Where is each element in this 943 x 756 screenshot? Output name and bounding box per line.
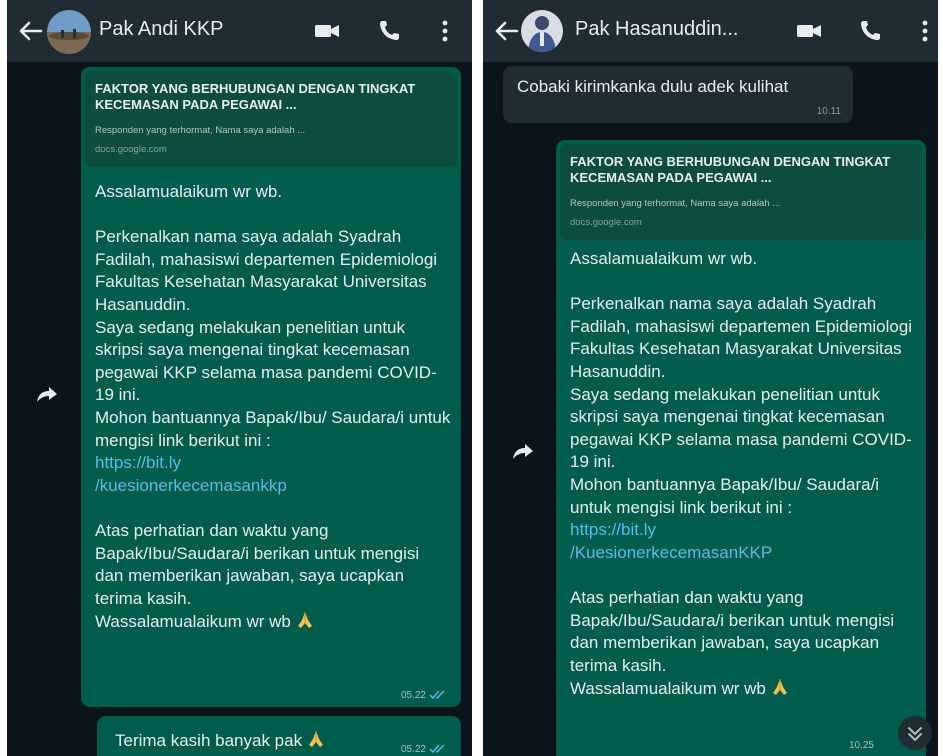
link-preview-description: Responden yang terhormat, Nama saya adal… — [95, 125, 306, 136]
closing-text: Atas perhatian dan waktu yang Bapak/Ibu/… — [95, 520, 420, 608]
link-preview-domain: docs.google.com — [95, 144, 167, 155]
signoff-text: Wassalamualaikum wr wb — [570, 677, 916, 701]
message-bubble-incoming[interactable]: Cobaki kirimkanka dulu adek kulihat 10.1… — [503, 66, 853, 123]
back-arrow-icon[interactable] — [493, 20, 519, 42]
more-options-icon[interactable] — [911, 18, 938, 44]
scroll-down-button[interactable] — [898, 716, 932, 750]
chat-header: Pak Andi KKP — [7, 0, 472, 62]
contact-name[interactable]: Pak Andi KKP — [99, 18, 224, 41]
chat-window-pak-hasanuddin: Pak Hasanuddin... Cobaki kirimkanka dulu… — [483, 0, 938, 756]
intro-text: Perkenalkan nama saya adalah Syadrah Fad… — [95, 227, 438, 314]
chat-window-pak-andi: Pak Andi KKP FAKTOR YANG BERHUBUNGAN DEN… — [7, 0, 472, 756]
survey-link[interactable]: https://bit.ly/kuesionerkecemasankkp — [95, 452, 451, 497]
read-receipt-icon — [429, 690, 445, 700]
link-preview[interactable]: FAKTOR YANG BERHUBUNGAN DENGAN TINGKAT K… — [560, 144, 922, 240]
message-bubble-outgoing[interactable]: Terima kasih banyak pak 05.22 — [97, 716, 461, 756]
signoff-text: Wassalamualaikum wr wb — [95, 610, 451, 634]
closing-text: Atas perhatian dan waktu yang Bapak/Ibu/… — [570, 587, 895, 675]
link-preview[interactable]: FAKTOR YANG BERHUBUNGAN DENGAN TINGKAT K… — [85, 71, 457, 167]
phone-icon[interactable] — [857, 18, 885, 44]
video-call-icon[interactable] — [313, 18, 341, 44]
forward-icon[interactable] — [512, 443, 534, 461]
message-text: Assalamualaikum wr wb. Perkenalkan nama … — [570, 248, 916, 701]
request-text: Mohon bantuannya Bapak/Ibu/ Saudara/i un… — [95, 407, 451, 450]
purpose-text: Saya sedang melakukan penelitian untuk s… — [570, 384, 912, 472]
contact-name[interactable]: Pak Hasanuddin... — [575, 18, 738, 41]
chat-header: Pak Hasanuddin... — [483, 0, 938, 62]
survey-link[interactable]: https://bit.ly/KuesionerkecemasanKKP — [570, 519, 916, 564]
praying-hands-emoji — [772, 679, 787, 696]
link-preview-description: Responden yang terhormat, Nama saya adal… — [570, 198, 781, 209]
message-time: 10.25 — [848, 740, 874, 751]
contact-avatar[interactable] — [47, 10, 91, 54]
message-bubble-outgoing[interactable]: FAKTOR YANG BERHUBUNGAN DENGAN TINGKAT K… — [81, 67, 461, 707]
praying-hands-emoji — [309, 731, 324, 747]
link-preview-title: FAKTOR YANG BERHUBUNGAN DENGAN TINGKAT K… — [570, 154, 891, 185]
contact-avatar[interactable] — [521, 10, 563, 52]
intro-text: Perkenalkan nama saya adalah Syadrah Fad… — [570, 294, 913, 381]
forward-icon[interactable] — [36, 386, 58, 404]
message-bubble-outgoing[interactable]: FAKTOR YANG BERHUBUNGAN DENGAN TINGKAT K… — [556, 140, 926, 756]
incoming-text: Cobaki kirimkanka dulu adek kulihat — [517, 77, 789, 96]
greeting-text: Assalamualaikum wr wb. — [570, 249, 758, 268]
greeting-text: Assalamualaikum wr wb. — [95, 182, 283, 201]
video-call-icon[interactable] — [795, 18, 823, 44]
back-arrow-icon[interactable] — [17, 20, 43, 42]
praying-hands-emoji — [297, 612, 312, 629]
more-options-icon[interactable] — [431, 18, 459, 44]
link-preview-domain: docs.google.com — [570, 217, 642, 228]
message-time: 05.22 — [401, 744, 447, 755]
message-time: 10.11 — [816, 106, 841, 117]
message-text: Assalamualaikum wr wb. Perkenalkan nama … — [95, 181, 451, 634]
purpose-text: Saya sedang melakukan penelitian untuk s… — [95, 317, 437, 405]
phone-icon[interactable] — [376, 18, 404, 44]
scroll-down-icon — [908, 727, 922, 742]
message-time: 05.22 — [401, 690, 447, 701]
link-preview-title: FAKTOR YANG BERHUBUNGAN DENGAN TINGKAT K… — [95, 81, 416, 112]
request-text: Mohon bantuannya Bapak/Ibu/ Saudara/i un… — [570, 474, 880, 517]
read-receipt-icon — [429, 744, 445, 754]
